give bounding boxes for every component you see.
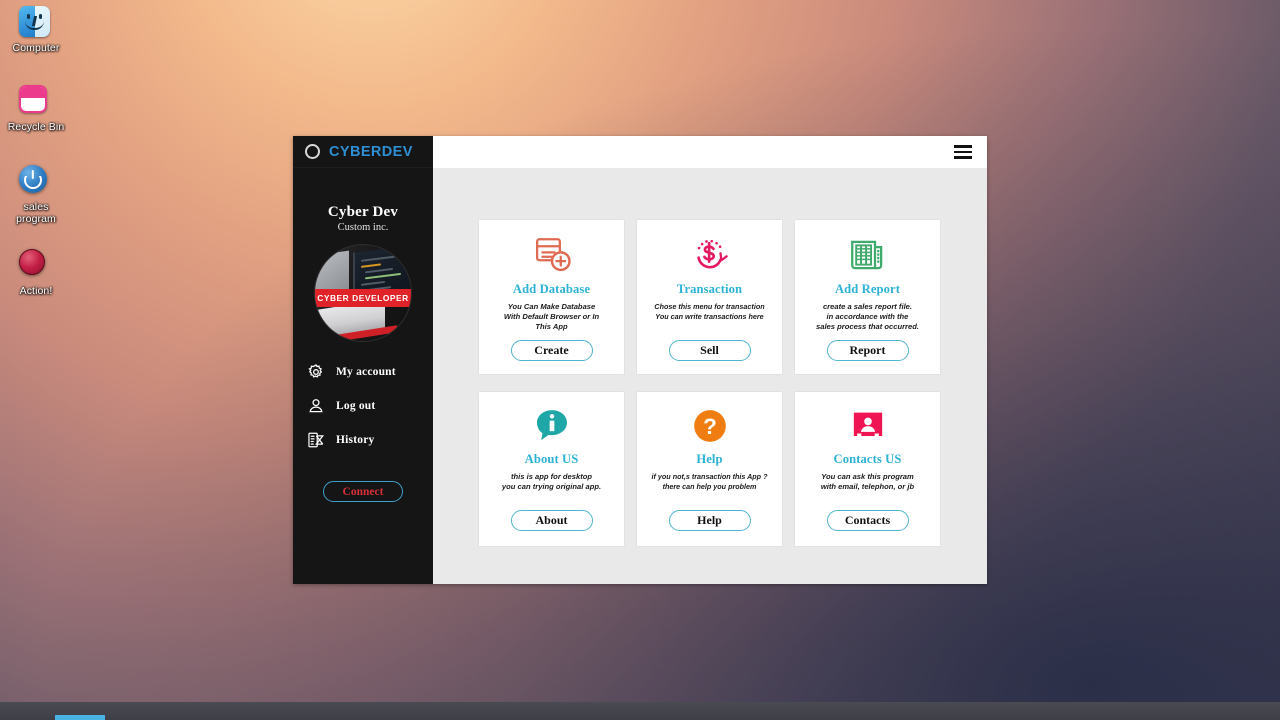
card-title: Contacts US <box>833 452 902 466</box>
recycle-bin-icon <box>19 84 53 119</box>
card-description: create a sales report file. in accordanc… <box>816 302 919 331</box>
card-title: About US <box>524 452 579 466</box>
card-title: Add Database <box>512 282 591 296</box>
create-button[interactable]: Create <box>510 340 593 361</box>
desktop-icon-list: Computer Recycle Bin sales program Actio… <box>0 0 72 298</box>
info-bubble-icon <box>532 404 572 448</box>
sidebar-title: Cyber Dev <box>327 204 399 220</box>
cards-grid: Add Database You Can Make Database With … <box>479 220 944 546</box>
logo-circle-icon <box>305 144 320 159</box>
contacts-button[interactable]: Contacts <box>826 510 909 531</box>
card-description: Chose this menu for transaction You can … <box>654 302 765 321</box>
database-add-icon <box>531 232 573 278</box>
hamburger-menu-icon[interactable] <box>954 144 972 160</box>
desktop-icon-sales-program[interactable]: sales program <box>0 159 72 225</box>
sidebar-subtitle: Custom inc. <box>337 222 389 233</box>
help-button[interactable]: Help <box>668 510 751 531</box>
card-add-database[interactable]: Add Database You Can Make Database With … <box>479 220 624 374</box>
brand-row[interactable]: CYBERDEV <box>293 136 433 168</box>
connect-button-wrapper: Connect <box>293 481 433 502</box>
card-description: if you not,s transaction this App ? ther… <box>651 472 768 491</box>
contact-card-icon <box>848 404 888 448</box>
sidebar-item-log-out[interactable]: Log out <box>307 397 433 415</box>
card-description: You Can Make Database With Default Brows… <box>503 302 600 331</box>
record-circle-icon <box>19 249 53 283</box>
desktop-icon-recycle-bin[interactable]: Recycle Bin <box>0 79 72 134</box>
desktop-background: Computer Recycle Bin sales program Actio… <box>0 0 1280 720</box>
desktop-icon-label: Computer <box>12 42 60 54</box>
connect-button[interactable]: Connect <box>323 481 403 502</box>
svg-text:?: ? <box>703 414 717 439</box>
power-button-icon <box>19 165 53 199</box>
card-title: Add Report <box>834 282 901 296</box>
computer-finder-icon <box>19 6 53 40</box>
desktop-icon-label: Recycle Bin <box>7 120 65 133</box>
card-contacts-us[interactable]: Contacts US You can ask this program wit… <box>795 392 940 546</box>
dollar-refresh-icon <box>689 232 731 278</box>
desktop-icon-label: sales program <box>16 201 56 225</box>
user-icon <box>307 397 325 415</box>
taskbar[interactable] <box>0 702 1280 720</box>
avatar-wrapper: CYBER DEVELOPER <box>293 245 433 341</box>
sidebar-menu: My account Log out History <box>293 363 433 449</box>
desktop-icon-computer[interactable]: Computer <box>0 0 72 55</box>
sidebar-item-my-account[interactable]: My account <box>307 363 433 381</box>
history-icon <box>307 431 325 449</box>
cyberdev-app-window: CYBERDEV Cyber Dev Custom inc. CYBER DEV… <box>293 136 987 584</box>
avatar: CYBER DEVELOPER <box>315 245 411 341</box>
about-button[interactable]: About <box>510 510 593 531</box>
question-mark-icon: ? <box>690 404 730 448</box>
main-content: Add Database You Can Make Database With … <box>433 136 987 584</box>
card-title: Transaction <box>676 282 743 296</box>
desktop-icon-action[interactable]: Action! <box>0 243 72 298</box>
progress-bar <box>55 715 105 720</box>
gear-icon <box>307 363 325 381</box>
card-title: Help <box>696 452 723 466</box>
report-button[interactable]: Report <box>826 340 909 361</box>
avatar-banner-label: CYBER DEVELOPER <box>315 289 411 307</box>
brand-name: CYBERDEV <box>329 143 413 160</box>
sidebar-item-label: Log out <box>336 400 376 412</box>
sidebar-item-label: My account <box>336 366 396 378</box>
sell-button[interactable]: Sell <box>668 340 751 361</box>
card-add-report[interactable]: Add Report create a sales report file. i… <box>795 220 940 374</box>
sidebar: CYBERDEV Cyber Dev Custom inc. CYBER DEV… <box>293 136 433 584</box>
sidebar-item-label: History <box>336 434 375 446</box>
card-help[interactable]: ? Help if you not,s transaction this App… <box>637 392 782 546</box>
report-newspaper-icon <box>847 232 889 278</box>
cards-area: Add Database You Can Make Database With … <box>433 168 987 584</box>
card-description: this is app for desktop you can trying o… <box>501 472 602 491</box>
card-transaction[interactable]: Transaction Chose this menu for transact… <box>637 220 782 374</box>
sidebar-item-history[interactable]: History <box>307 431 433 449</box>
topbar <box>433 136 987 168</box>
desktop-icon-label: Action! <box>19 285 53 297</box>
card-description: You can ask this program with email, tel… <box>820 472 915 491</box>
card-about-us[interactable]: About US this is app for desktop you can… <box>479 392 624 546</box>
